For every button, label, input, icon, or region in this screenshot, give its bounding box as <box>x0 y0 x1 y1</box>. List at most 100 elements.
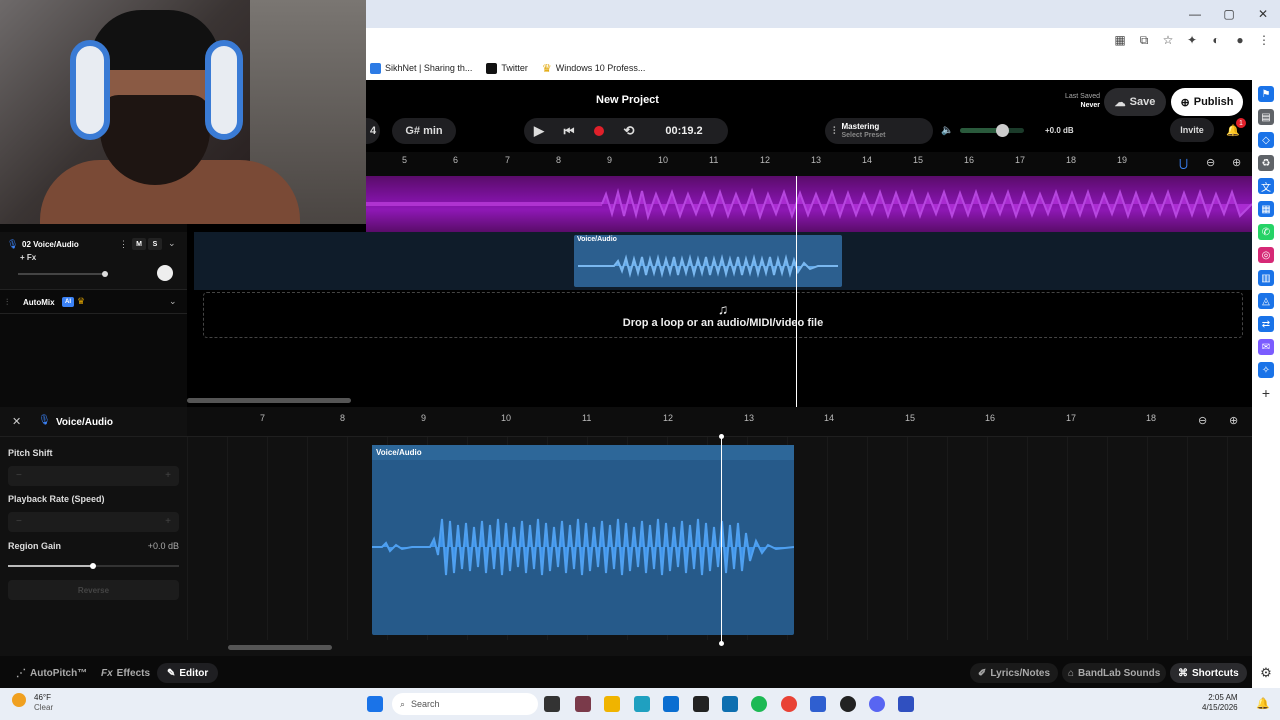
settings-gear-icon[interactable]: ⚙ <box>1258 665 1274 681</box>
bookmark-side-icon[interactable]: ⚑ <box>1258 86 1274 102</box>
bandlab-sounds-button[interactable]: ⌂ BandLab Sounds <box>1062 663 1167 683</box>
lyrics-notes-button[interactable]: ✐ Lyrics/Notes <box>970 663 1059 683</box>
pan-knob[interactable] <box>157 265 173 281</box>
nba-icon[interactable] <box>693 696 709 712</box>
weather-widget[interactable]: 46°F Clear <box>34 693 53 712</box>
discord-icon[interactable] <box>869 696 885 712</box>
track-header-voice-audio[interactable]: 🎙 02 Voice/Audio ⋮ M S ⌄ + Fx <box>0 232 187 290</box>
notification-center-icon[interactable]: 🔔 <box>1256 697 1270 710</box>
close-icon[interactable]: ✕ <box>12 415 21 428</box>
editor-horizontal-scrollbar[interactable] <box>228 645 332 650</box>
speaker-icon[interactable]: 🔈 <box>941 125 953 136</box>
record-button[interactable] <box>584 126 614 136</box>
close-window-button[interactable]: ✕ <box>1246 0 1280 28</box>
bookmark-windows[interactable]: ♛ Windows 10 Profess... <box>542 62 645 75</box>
voice-audio-clip[interactable]: Voice/Audio <box>574 235 842 287</box>
horizontal-scrollbar[interactable] <box>187 398 351 403</box>
menu-kebab-icon[interactable]: ⋮ <box>1256 32 1272 48</box>
editor-playhead[interactable] <box>719 434 724 646</box>
loop-button[interactable]: ⟲ <box>614 123 644 139</box>
mastering-selector[interactable]: ⫶ Mastering Select Preset <box>825 118 933 144</box>
track1-region[interactable] <box>366 176 1252 232</box>
editor-tab-button[interactable]: ✎ Editor <box>157 663 219 683</box>
pitch-shift-stepper[interactable]: − + <box>8 466 179 486</box>
alert-icon[interactable]: ◬ <box>1258 293 1274 309</box>
file-explorer-icon[interactable] <box>604 696 620 712</box>
app-icon[interactable] <box>810 696 826 712</box>
play-button[interactable]: ▶ <box>524 123 554 139</box>
drop-zone[interactable]: ♫ Drop a loop or an audio/MIDI/video fil… <box>203 292 1243 338</box>
chart-icon[interactable]: ▥ <box>1258 270 1274 286</box>
autopitch-button[interactable]: ⋰ AutoPitch™ <box>16 663 87 683</box>
zoom-out-icon[interactable]: ⊖ <box>1198 414 1207 427</box>
track-name[interactable]: 02 Voice/Audio <box>22 240 79 249</box>
playback-rate-stepper[interactable]: − + <box>8 512 179 532</box>
master-volume-slider[interactable] <box>960 124 1024 137</box>
windows-taskbar: 46°F Clear ⌕ Search 2:05 AM 4/15/2026 🔔 <box>0 688 1280 720</box>
profile-icon[interactable]: ● <box>1232 32 1248 48</box>
project-title[interactable]: New Project <box>596 94 659 106</box>
publish-button[interactable]: ⊕ Publish <box>1171 88 1243 116</box>
messenger-icon[interactable]: ✉ <box>1258 339 1274 355</box>
add-fx-button[interactable]: + Fx <box>20 253 36 262</box>
add-icon[interactable]: + <box>1258 385 1274 401</box>
taskbar-search[interactable]: ⌕ Search <box>392 693 538 715</box>
shortcuts-button[interactable]: ⌘ Shortcuts <box>1170 663 1247 683</box>
reading-mode-icon[interactable]: ▦ <box>1112 32 1128 48</box>
app-icon[interactable] <box>722 696 738 712</box>
reverse-button[interactable]: Reverse <box>8 580 179 600</box>
app-icon[interactable] <box>840 696 856 712</box>
task-view-icon[interactable] <box>544 696 560 712</box>
zoom-in-icon[interactable]: ⊕ <box>1229 414 1238 427</box>
store-icon[interactable] <box>663 696 679 712</box>
screenshot-icon[interactable]: ⧉ <box>1136 32 1152 48</box>
extension-icon[interactable]: ◐ <box>1208 32 1224 48</box>
snap-magnet-icon[interactable]: ⋃ <box>1179 157 1188 170</box>
playhead[interactable] <box>796 176 797 407</box>
instagram-icon[interactable]: ◎ <box>1258 247 1274 263</box>
key-selector[interactable]: G# min <box>392 118 456 144</box>
zoom-out-icon[interactable]: ⊖ <box>1206 156 1215 169</box>
cube-icon[interactable]: ◇ <box>1258 132 1274 148</box>
minimize-button[interactable]: — <box>1178 0 1212 28</box>
mute-button[interactable]: M <box>132 238 146 250</box>
chrome-icon[interactable] <box>781 696 797 712</box>
skip-back-button[interactable]: ⏮ <box>554 124 584 139</box>
chevron-down-icon[interactable]: ⌄ <box>169 296 177 307</box>
invite-button[interactable]: Invite <box>1170 118 1214 142</box>
app-icon[interactable] <box>898 696 914 712</box>
chevron-down-icon[interactable]: ⌄ <box>168 238 176 249</box>
zoom-in-icon[interactable]: ⊕ <box>1232 156 1241 169</box>
automix-row[interactable]: ⫶ AutoMix AI ♛ ⌄ <box>0 292 187 314</box>
bookmark-twitter[interactable]: Twitter <box>486 62 528 74</box>
spotify-icon[interactable] <box>751 696 767 712</box>
windows-start-icon[interactable] <box>367 696 383 712</box>
edge-icon[interactable] <box>634 696 650 712</box>
twitter-bird-icon[interactable]: ✧ <box>1258 362 1274 378</box>
microphone-icon: 🎙 <box>7 239 19 249</box>
taskbar-clock[interactable]: 2:05 AM 4/15/2026 <box>1202 693 1238 713</box>
region-gain-slider[interactable] <box>8 563 179 569</box>
save-button[interactable]: ☁ Save <box>1104 88 1166 116</box>
timeline-ruler[interactable]: 5 6 7 8 9 10 11 12 13 14 15 16 17 18 19 … <box>366 152 1252 176</box>
track-volume-slider[interactable] <box>18 271 108 277</box>
editor-audio-clip[interactable]: Voice/Audio <box>372 445 794 635</box>
app-icon[interactable] <box>575 696 591 712</box>
recycle-icon[interactable]: ♻ <box>1258 155 1274 171</box>
bookmark-sikhnet[interactable]: SikhNet | Sharing th... <box>370 62 472 74</box>
reading-list-icon[interactable]: ▤ <box>1258 109 1274 125</box>
effects-button[interactable]: Fx Effects <box>101 663 150 683</box>
extension-icon[interactable]: ✦ <box>1184 32 1200 48</box>
calendar-icon[interactable]: ▦ <box>1258 201 1274 217</box>
track-menu-icon[interactable]: ⋮ <box>119 239 128 250</box>
bookmark-star-icon[interactable]: ☆ <box>1160 32 1176 48</box>
translate-icon[interactable]: 文 <box>1258 178 1274 194</box>
maximize-button[interactable]: ▢ <box>1212 0 1246 28</box>
editor-ruler[interactable]: 7 8 9 10 11 12 13 14 15 16 17 18 ⊖ ⊕ <box>187 407 1252 437</box>
whatsapp-icon[interactable]: ✆ <box>1258 224 1274 240</box>
last-saved: Last Saved Never <box>1064 93 1100 110</box>
tempo-field[interactable]: 4 <box>366 118 380 144</box>
playback-rate-label: Playback Rate (Speed) <box>8 494 105 504</box>
translate-icon[interactable]: ⇄ <box>1258 316 1274 332</box>
solo-button[interactable]: S <box>148 238 162 250</box>
